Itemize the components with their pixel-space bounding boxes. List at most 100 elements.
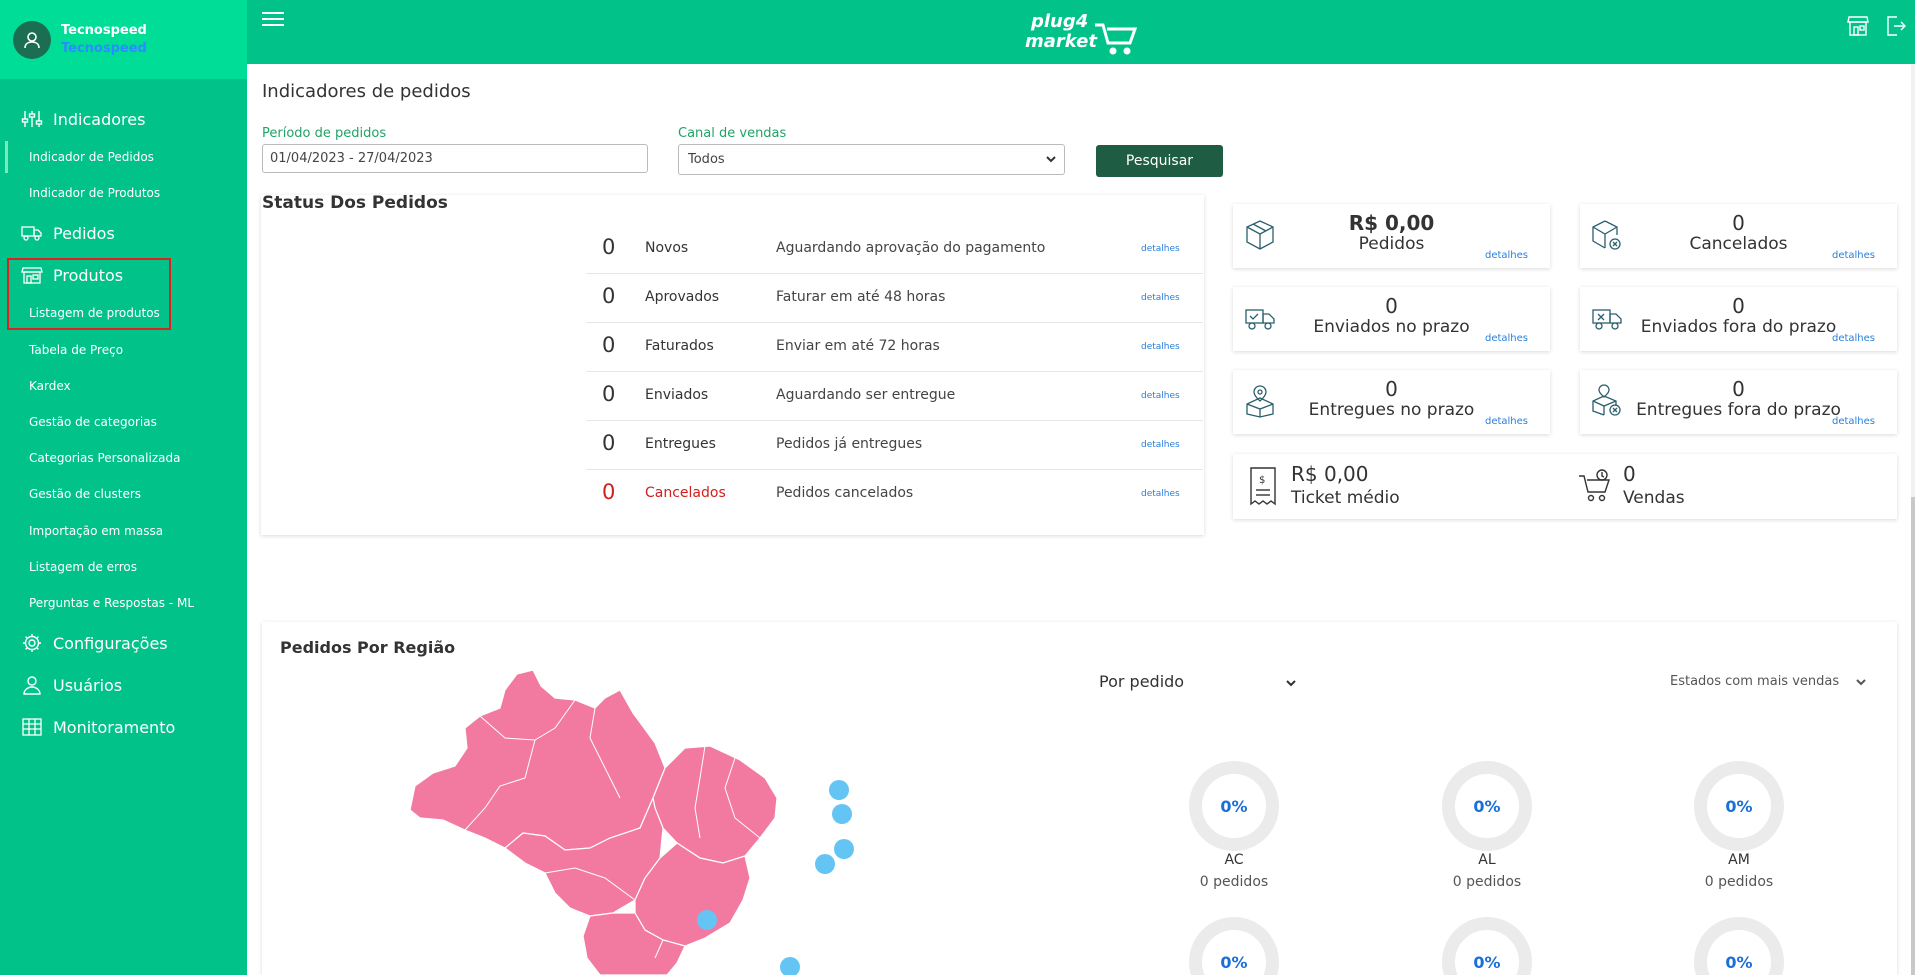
status-desc: Pedidos já entregues: [776, 436, 923, 452]
scrollbar-thumb[interactable]: [1911, 497, 1915, 975]
status-desc: Pedidos cancelados: [776, 485, 914, 501]
sidebar-item-indicador-pedidos[interactable]: Indicador de Pedidos: [29, 150, 154, 164]
metric-value: 0: [1385, 377, 1398, 401]
donut-value: 0%: [1725, 952, 1753, 972]
metric-value: 0: [1385, 294, 1398, 318]
brazil-map[interactable]: [405, 668, 865, 975]
channel-label: Canal de vendas: [678, 126, 787, 141]
sidebar-item-gestao-clusters[interactable]: Gestão de clusters: [29, 487, 141, 501]
details-link[interactable]: detalhes: [1832, 250, 1875, 261]
metric-card-cancelados: 0 Cancelados detalhes: [1580, 204, 1897, 268]
mode-dropdown[interactable]: Por pedido: [1099, 672, 1297, 691]
sidebar-item-perguntas-respostas[interactable]: Perguntas e Respostas - ML: [29, 596, 194, 610]
state-donut-am: 0%: [1694, 761, 1784, 851]
details-link[interactable]: detalhes: [1141, 391, 1180, 401]
sidebar-item-indicador-produtos[interactable]: Indicador de Produtos: [29, 186, 160, 200]
donut-value: 0%: [1220, 796, 1248, 816]
donut-value: 0%: [1473, 952, 1501, 972]
donut-value: 0%: [1220, 952, 1248, 972]
channel-select[interactable]: Todos: [678, 144, 1065, 175]
user-icon: [24, 31, 40, 48]
details-link[interactable]: detalhes: [1141, 244, 1180, 254]
status-row-aprovados: 0 Aprovados Faturar em até 48 horas deta…: [586, 274, 1203, 323]
sales-value: 0: [1623, 462, 1636, 486]
chevron-down-icon: [1286, 679, 1296, 686]
donut-value: 0%: [1473, 796, 1501, 816]
state-label: AC: [1224, 852, 1244, 868]
donut-value: 0%: [1725, 796, 1753, 816]
menu-toggle-icon[interactable]: [262, 12, 284, 28]
details-link[interactable]: detalhes: [1141, 440, 1180, 450]
status-name: Novos: [645, 240, 689, 256]
sort-dropdown[interactable]: Estados com mais vendas: [1670, 674, 1867, 689]
metric-value: 0: [1732, 211, 1745, 235]
map-region-northeast[interactable]: [652, 745, 778, 864]
state-label: AL: [1478, 852, 1496, 868]
metric-card-enviados-fora-prazo: 0 Enviados fora do prazo detalhes: [1580, 287, 1897, 351]
details-link[interactable]: detalhes: [1141, 293, 1180, 303]
store-icon[interactable]: [1847, 15, 1869, 37]
sidebar-item-label: Pedidos: [53, 223, 115, 243]
metric-card-enviados-prazo: 0 Enviados no prazo detalhes: [1233, 287, 1550, 351]
map-marker[interactable]: [815, 854, 835, 874]
details-link[interactable]: detalhes: [1141, 342, 1180, 352]
page-title: Indicadores de pedidos: [262, 81, 471, 102]
ticket-value: R$ 0,00: [1291, 462, 1369, 486]
metric-card-entregues-fora-prazo: 0 Entregues fora do prazo detalhes: [1580, 370, 1897, 434]
details-link[interactable]: detalhes: [1485, 416, 1528, 427]
logo[interactable]: plug4 market: [1025, 7, 1140, 57]
gear-icon: [20, 632, 44, 654]
sliders-icon: [20, 108, 44, 130]
map-marker[interactable]: [834, 839, 854, 859]
details-link[interactable]: detalhes: [1141, 489, 1180, 499]
state-donut-al: 0%: [1442, 761, 1532, 851]
metric-card-pedidos: R$ 0,00 Pedidos detalhes: [1233, 204, 1550, 268]
map-marker[interactable]: [780, 957, 800, 975]
active-indicator: [5, 141, 8, 173]
details-link[interactable]: detalhes: [1485, 250, 1528, 261]
logout-icon[interactable]: [1885, 15, 1907, 37]
map-marker[interactable]: [697, 910, 717, 930]
sales-label: Vendas: [1623, 488, 1685, 508]
sidebar-item-kardex[interactable]: Kardex: [29, 379, 71, 393]
map-region-north[interactable]: [409, 669, 666, 851]
sidebar-item-label: Configurações: [53, 633, 168, 653]
details-link[interactable]: detalhes: [1832, 416, 1875, 427]
highlight-box: [7, 258, 171, 330]
svg-text:$: $: [1259, 475, 1265, 486]
map-marker[interactable]: [832, 804, 852, 824]
ticket-label: Ticket médio: [1291, 488, 1400, 508]
details-link[interactable]: detalhes: [1832, 333, 1875, 344]
sidebar-item-importacao-massa[interactable]: Importação em massa: [29, 524, 163, 538]
status-desc: Aguardando aprovação do pagamento: [776, 240, 1046, 256]
sidebar-item-label: Indicadores: [53, 109, 146, 129]
receipt-icon: $: [1250, 467, 1276, 506]
avatar[interactable]: [13, 20, 51, 59]
search-button[interactable]: Pesquisar: [1096, 145, 1223, 177]
ticket-card: $ R$ 0,00 Ticket médio 0 Vendas: [1233, 454, 1897, 519]
state-label: AM: [1728, 852, 1750, 868]
sidebar-item-indicadores[interactable]: Indicadores: [0, 107, 247, 131]
sidebar-item-pedidos[interactable]: Pedidos: [0, 221, 247, 245]
status-desc: Enviar em até 72 horas: [776, 338, 940, 354]
sidebar-item-monitoramento[interactable]: Monitoramento: [0, 715, 247, 739]
metric-card-entregues-prazo: 0 Entregues no prazo detalhes: [1233, 370, 1550, 434]
status-row-enviados: 0 Enviados Aguardando ser entregue detal…: [586, 372, 1203, 421]
status-title: Status Dos Pedidos: [262, 193, 448, 213]
sidebar-item-listagem-erros[interactable]: Listagem de erros: [29, 560, 137, 574]
period-label: Período de pedidos: [262, 126, 387, 141]
sidebar-item-tabela-preco[interactable]: Tabela de Preço: [29, 343, 123, 357]
map-marker[interactable]: [829, 780, 849, 800]
metric-value: R$ 0,00: [1348, 211, 1435, 235]
sidebar-item-usuarios[interactable]: Usuários: [0, 673, 247, 697]
region-title: Pedidos Por Região: [280, 638, 456, 657]
sidebar-item-gestao-categorias[interactable]: Gestão de categorias: [29, 415, 157, 429]
sort-value: Estados com mais vendas: [1670, 674, 1840, 689]
period-input[interactable]: [262, 144, 648, 173]
details-link[interactable]: detalhes: [1485, 333, 1528, 344]
truck-icon: [20, 222, 44, 244]
sidebar-item-categorias-personalizada[interactable]: Categorias Personalizada: [29, 451, 180, 465]
company-name: Tecnospeed: [61, 40, 147, 56]
sidebar-item-label: Monitoramento: [53, 717, 176, 737]
sidebar-item-configuracoes[interactable]: Configurações: [0, 631, 247, 655]
